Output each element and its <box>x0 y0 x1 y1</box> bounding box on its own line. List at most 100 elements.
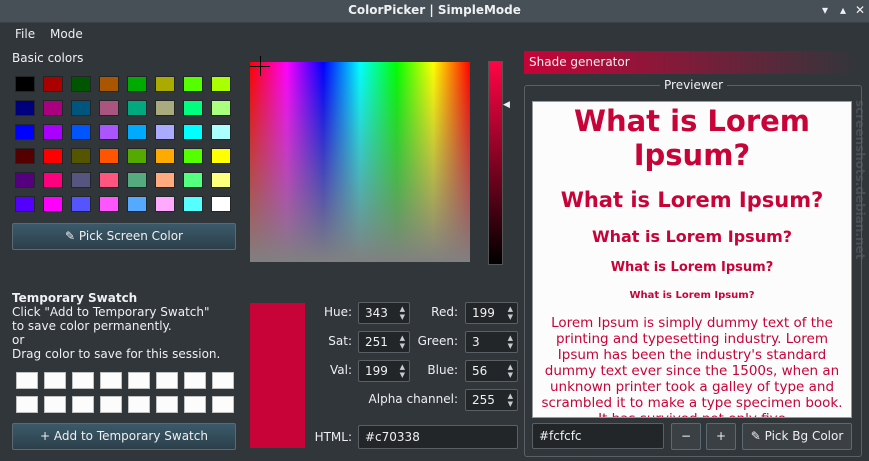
basic-color-swatch[interactable] <box>43 124 63 140</box>
green-spinbox[interactable]: 3 ▲ ▼ <box>465 331 518 353</box>
basic-color-swatch[interactable] <box>155 196 175 212</box>
basic-color-swatch[interactable] <box>155 148 175 164</box>
val-spinbox[interactable]: 199 ▲ ▼ <box>358 360 410 382</box>
basic-color-swatch[interactable] <box>99 76 119 92</box>
basic-color-swatch[interactable] <box>183 196 203 212</box>
temp-swatch-slot[interactable] <box>184 396 206 413</box>
basic-color-swatch[interactable] <box>71 172 91 188</box>
temp-swatch-slot[interactable] <box>128 396 150 413</box>
basic-color-swatch[interactable] <box>71 148 91 164</box>
temp-swatch-slot[interactable] <box>128 372 150 389</box>
temp-swatch-slot[interactable] <box>72 396 94 413</box>
temp-swatch-slot[interactable] <box>44 372 66 389</box>
basic-color-swatch[interactable] <box>43 76 63 92</box>
pick-screen-color-button[interactable]: ✎ Pick Screen Color <box>12 223 236 250</box>
basic-color-swatch[interactable] <box>15 148 35 164</box>
temp-swatch-slot[interactable] <box>100 372 122 389</box>
alpha-label: Alpha channel: <box>368 392 458 406</box>
basic-color-swatch[interactable] <box>43 196 63 212</box>
alpha-spinbox[interactable]: 255 ▲ ▼ <box>465 389 518 411</box>
basic-color-swatch[interactable] <box>71 196 91 212</box>
basic-color-swatch[interactable] <box>43 100 63 116</box>
add-to-temp-swatch-button[interactable]: + Add to Temporary Swatch <box>12 423 236 450</box>
maximize-icon[interactable]: ▴ <box>834 2 852 18</box>
basic-color-swatch[interactable] <box>15 100 35 116</box>
hue-spinbox[interactable]: 343 ▲ ▼ <box>358 302 410 324</box>
previewer-label: Previewer <box>660 78 728 92</box>
basic-color-swatch[interactable] <box>43 172 63 188</box>
temp-swatch-slot[interactable] <box>44 396 66 413</box>
minimize-icon[interactable]: ▾ <box>816 2 834 18</box>
basic-color-swatch[interactable] <box>99 124 119 140</box>
temp-swatch-slot[interactable] <box>100 396 122 413</box>
temp-swatch-slot[interactable] <box>212 396 234 413</box>
basic-color-swatch[interactable] <box>127 100 147 116</box>
basic-color-swatch[interactable] <box>211 76 231 92</box>
shade-generator-bar[interactable]: Shade generator <box>524 51 860 74</box>
temp-swatch-slot[interactable] <box>72 372 94 389</box>
basic-color-swatch[interactable] <box>71 76 91 92</box>
basic-color-swatch[interactable] <box>211 100 231 116</box>
basic-color-swatch[interactable] <box>127 196 147 212</box>
basic-color-swatch[interactable] <box>183 100 203 116</box>
basic-color-swatch[interactable] <box>155 100 175 116</box>
basic-color-swatch[interactable] <box>127 76 147 92</box>
basic-color-swatch[interactable] <box>183 148 203 164</box>
basic-color-swatch[interactable] <box>15 76 35 92</box>
basic-color-swatch[interactable] <box>15 196 35 212</box>
basic-color-swatch[interactable] <box>211 148 231 164</box>
temp-swatch-title: Temporary Swatch <box>12 291 138 305</box>
minus-button[interactable]: − <box>671 423 701 450</box>
basic-color-swatch[interactable] <box>15 172 35 188</box>
basic-color-swatch[interactable] <box>71 100 91 116</box>
basic-color-swatch[interactable] <box>183 76 203 92</box>
basic-color-swatch[interactable] <box>155 76 175 92</box>
basic-color-swatch[interactable] <box>155 172 175 188</box>
menu-file[interactable]: File <box>15 27 35 41</box>
basic-color-swatch[interactable] <box>99 196 119 212</box>
temp-swatch-slot[interactable] <box>156 396 178 413</box>
temp-swatch-slot[interactable] <box>212 372 234 389</box>
basic-color-swatch[interactable] <box>183 172 203 188</box>
basic-color-swatch[interactable] <box>127 148 147 164</box>
html-input[interactable]: #c70338 <box>358 425 518 449</box>
eyedropper-icon: ✎ <box>65 229 76 243</box>
basic-color-swatch[interactable] <box>99 148 119 164</box>
basic-color-swatch[interactable] <box>155 124 175 140</box>
color-spectrum[interactable] <box>250 56 470 262</box>
eyedropper-icon: ✎ <box>750 429 761 443</box>
close-icon[interactable]: ✕ <box>851 2 869 18</box>
preview-h1: What is Lorem Ipsum? <box>573 104 811 172</box>
basic-color-swatch[interactable] <box>43 148 63 164</box>
value-slider[interactable] <box>488 61 503 265</box>
menu-mode[interactable]: Mode <box>50 27 83 41</box>
temp-swatch-slot[interactable] <box>156 372 178 389</box>
html-label: HTML: <box>314 430 352 444</box>
temp-swatch-line3: or <box>12 333 25 347</box>
basic-color-swatch[interactable] <box>15 124 35 140</box>
temp-swatch-slot[interactable] <box>184 372 206 389</box>
basic-color-swatch[interactable] <box>127 124 147 140</box>
basic-color-swatch[interactable] <box>99 100 119 116</box>
basic-color-swatch[interactable] <box>211 172 231 188</box>
preview-area: What is Lorem Ipsum? What is Lorem Ipsum… <box>532 101 852 418</box>
basic-color-swatch[interactable] <box>211 196 231 212</box>
basic-color-swatch[interactable] <box>183 124 203 140</box>
basic-color-swatch[interactable] <box>71 124 91 140</box>
watermark: screenshots.debian.net <box>853 100 867 260</box>
red-label: Red: <box>431 305 458 319</box>
pick-bg-color-button[interactable]: ✎ Pick Bg Color <box>742 423 852 450</box>
basic-color-swatch[interactable] <box>211 124 231 140</box>
crosshair-v <box>260 56 261 76</box>
bg-color-input[interactable]: #fcfcfc <box>532 423 664 449</box>
basic-color-swatch[interactable] <box>127 172 147 188</box>
plus-button[interactable]: + <box>706 423 736 450</box>
slider-arrow-icon[interactable]: ◀ <box>503 100 510 110</box>
basic-colors-label: Basic colors <box>12 51 84 65</box>
basic-color-swatch[interactable] <box>99 172 119 188</box>
sat-spinbox[interactable]: 251 ▲ ▼ <box>358 331 410 353</box>
red-spinbox[interactable]: 199 ▲ ▼ <box>465 302 518 324</box>
temp-swatch-slot[interactable] <box>16 396 38 413</box>
blue-spinbox[interactable]: 56 ▲ ▼ <box>465 360 518 382</box>
temp-swatch-slot[interactable] <box>16 372 38 389</box>
